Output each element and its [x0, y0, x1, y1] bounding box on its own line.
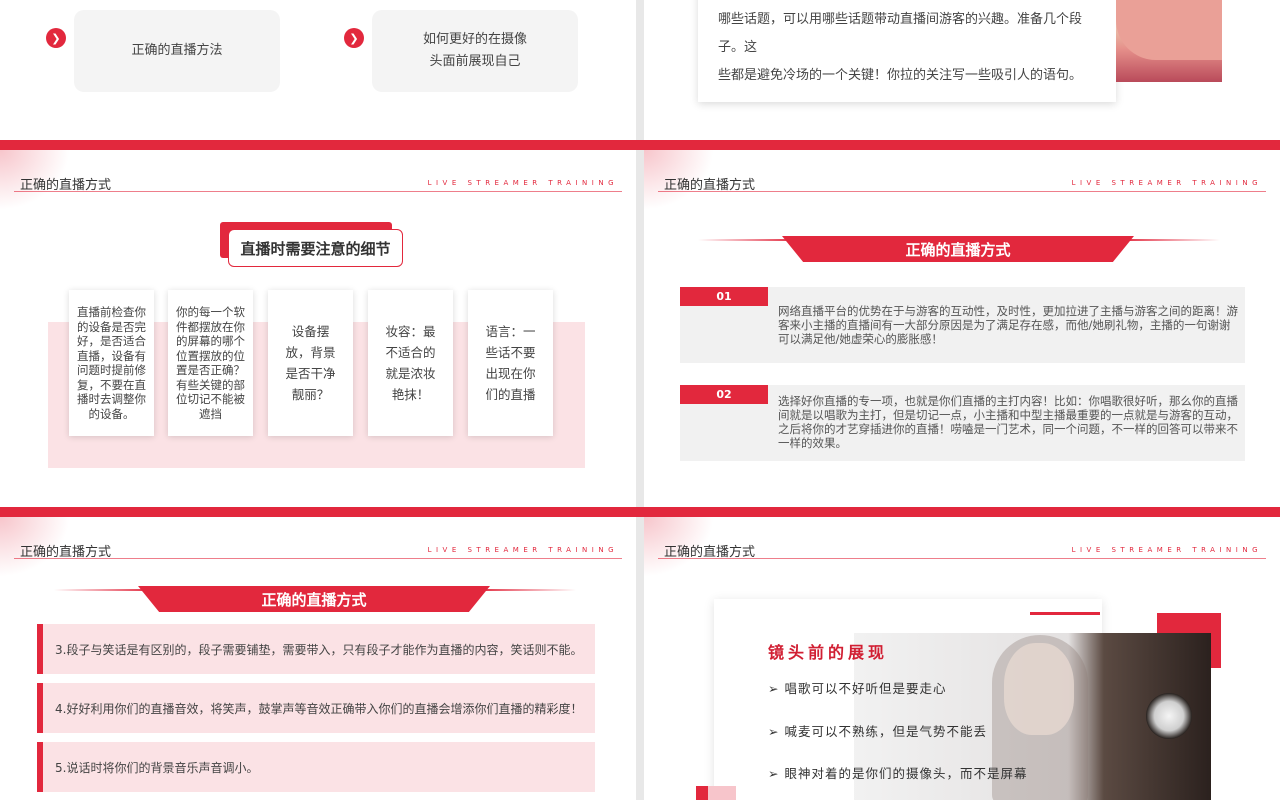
tip-row-5: 5.说话时将你们的背景音乐声音调小。 — [37, 742, 595, 792]
camera-lens — [1146, 693, 1192, 739]
slide-header-subtitle: LIVE STREAMER TRAINING — [427, 179, 618, 187]
point-number: 02 — [680, 385, 768, 404]
camera-tip-item: ➢ 唱歌可以不好听但是要走心 — [768, 678, 946, 697]
slide-header-subtitle: LIVE STREAMER TRAINING — [1071, 546, 1262, 554]
decor-pink-corner — [708, 786, 736, 800]
bullet-arrow-icon: ➢ — [768, 766, 780, 781]
header-divider — [658, 191, 1266, 192]
camera-tip-item: ➢ 眼神对着的是你们的摄像头，而不是屏幕 — [768, 763, 1027, 782]
slide-thumbnail-4[interactable]: 正确的直播方式 LIVE STREAMER TRAINING 正确的直播方式 0… — [644, 150, 1280, 507]
slide-thumbnail-5[interactable]: 正确的直播方式 LIVE STREAMER TRAINING 正确的直播方式 3… — [0, 517, 636, 800]
slide-thumbnail-3[interactable]: 正确的直播方式 LIVE STREAMER TRAINING 直播时需要注意的细… — [0, 150, 636, 507]
camera-tip-text: 唱歌可以不好听但是要走心 — [784, 681, 947, 696]
tip-row-3: 3.段子与笑话是有区别的，段子需要铺垫，需要带入，只有段子才能作为直播的内容，笑… — [37, 624, 595, 674]
banner-line-left — [698, 239, 798, 241]
point-number: 01 — [680, 287, 768, 306]
detail-card-text: 直播前检查你的设备是否完好，是否适合直播，设备有问题时提前修复，不要在直播时去调… — [77, 305, 146, 421]
header-divider — [14, 558, 622, 559]
chevron-right-icon: ❯ — [344, 28, 364, 48]
detail-card-text: 你的每一个软件都摆放在你的屏幕的哪个位置摆放的位置是否正确？有些关键的部位切记不… — [176, 305, 245, 421]
bullet-arrow-icon: ➢ — [768, 724, 780, 739]
slide-thumbnail-grid: ❯ 正确的直播方法 ❯ 如何更好的在摄像 头面前展现自己 哪些话题，可以用哪些话… — [0, 0, 1280, 800]
topic-text-line2: 些都是避免冷场的一个关键！你拉的关注写一些吸引人的语句。 — [718, 68, 1083, 83]
detail-card-4: 妆容：最不适合的就是浓妆艳抹！ — [368, 290, 453, 436]
presenter-shirt — [1116, 0, 1222, 60]
point-text: 网络直播平台的优势在于与游客的互动性，及时性，更加拉进了主播与游客之间的距离！游… — [778, 304, 1238, 346]
banner-line-right — [1120, 239, 1220, 241]
camera-tip-item: ➢ 喊麦可以不熟练，但是气势不能丢 — [768, 721, 987, 740]
method-card-text: 正确的直播方法 — [131, 43, 223, 58]
banner-line-left — [54, 589, 154, 591]
tip-text: 5.说话时将你们的背景音乐声音调小。 — [55, 760, 259, 775]
section-banner: 正确的直播方式 — [782, 236, 1134, 262]
section-banner-text: 正确的直播方式 — [905, 240, 1011, 259]
detail-card-3: 设备摆放，背景是否干净靓丽？ — [268, 290, 353, 436]
detail-card-5: 语言：一些话不要出现在你们的直播 — [468, 290, 553, 436]
point-text: 选择好你直播的专一项，也就是你们直播的主打内容！比如：你唱歌很好听，那么你的直播… — [778, 394, 1238, 450]
camera-tips-title: 镜头前的展现 — [768, 643, 889, 662]
presentation-card-line2: 头面前展现自己 — [429, 54, 521, 69]
topic-text-card: 哪些话题，可以用哪些话题带动直播间游客的兴趣。准备几个段子。这 些都是避免冷场的… — [698, 0, 1116, 102]
section-banner: 正确的直播方式 — [138, 586, 490, 612]
detail-card-text: 设备摆放，背景是否干净靓丽？ — [285, 324, 336, 402]
chevron-right-icon: ❯ — [46, 28, 66, 48]
section-banner-text: 正确的直播方式 — [261, 590, 367, 609]
detail-card-1: 直播前检查你的设备是否完好，是否适合直播，设备有问题时提前修复，不要在直播时去调… — [69, 290, 154, 436]
detail-card-text: 妆容：最不适合的就是浓妆艳抹！ — [385, 324, 436, 402]
banner-line-right — [476, 589, 576, 591]
tip-text: 4.好好利用你们的直播音效，将笑声，鼓掌声等音效正确带入你们的直播会增添你们直播… — [55, 701, 583, 716]
header-divider — [658, 558, 1266, 559]
slide-header-subtitle: LIVE STREAMER TRAINING — [1071, 179, 1262, 187]
slide-thumbnail-1[interactable]: ❯ 正确的直播方法 ❯ 如何更好的在摄像 头面前展现自己 — [0, 0, 636, 140]
bullet-arrow-icon: ➢ — [768, 681, 780, 696]
slide-divider — [0, 140, 1280, 150]
slide-thumbnail-6[interactable]: 正确的直播方式 LIVE STREAMER TRAINING 镜头前的展现 ➢ … — [644, 517, 1280, 800]
detail-card-2: 你的每一个软件都摆放在你的屏幕的哪个位置摆放的位置是否正确？有些关键的部位切记不… — [168, 290, 253, 436]
point-row-1: 01 网络直播平台的优势在于与游客的互动性，及时性，更加拉进了主播与游客之间的距… — [680, 287, 1245, 363]
slide-header-subtitle: LIVE STREAMER TRAINING — [427, 546, 618, 554]
topic-text-line1: 哪些话题，可以用哪些话题带动直播间游客的兴趣。准备几个段子。这 — [718, 12, 1083, 55]
method-card: 正确的直播方法 — [74, 10, 280, 92]
tip-text: 3.段子与笑话是有区别的，段子需要铺垫，需要带入，只有段子才能作为直播的内容，笑… — [55, 642, 583, 657]
tip-row-4: 4.好好利用你们的直播音效，将笑声，鼓掌声等音效正确带入你们的直播会增添你们直播… — [37, 683, 595, 733]
camera-tip-text: 喊麦可以不熟练，但是气势不能丢 — [784, 724, 987, 739]
point-row-2: 02 选择好你直播的专一项，也就是你们直播的主打内容！比如：你唱歌很好听，那么你… — [680, 385, 1245, 461]
topic-text: 哪些话题，可以用哪些话题带动直播间游客的兴趣。准备几个段子。这 些都是避免冷场的… — [718, 6, 1098, 90]
decor-red-line — [1030, 612, 1100, 615]
detail-card-text: 语言：一些话不要出现在你们的直播 — [485, 324, 536, 402]
slide-divider — [0, 507, 1280, 517]
presenter-face — [1004, 643, 1074, 735]
presentation-card-line1: 如何更好的在摄像 — [422, 32, 527, 47]
slide-thumbnail-2[interactable]: 哪些话题，可以用哪些话题带动直播间游客的兴趣。准备几个段子。这 些都是避免冷场的… — [644, 0, 1280, 140]
presenter-photo — [1116, 0, 1222, 82]
header-divider — [14, 191, 622, 192]
camera-tip-text: 眼神对着的是你们的摄像头，而不是屏幕 — [784, 766, 1028, 781]
presentation-card: 如何更好的在摄像 头面前展现自己 — [372, 10, 578, 92]
details-tag: 直播时需要注意的细节 — [228, 229, 403, 267]
